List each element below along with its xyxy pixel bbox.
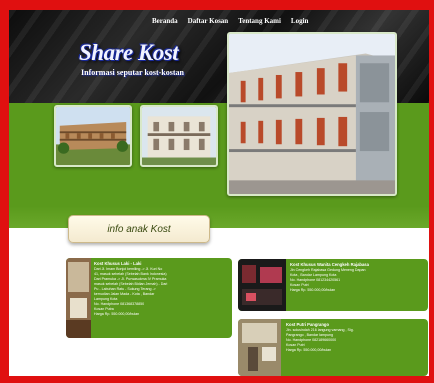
site-logo: Share Kost Informasi seputar kost-kostan [79, 40, 229, 90]
listing-card[interactable]: Kost Khusus Laki - Laki Dari Jl. Imam Bo… [66, 258, 232, 338]
listing-title: Kost Khusus Wanita Cengkeh Rajabasa [290, 262, 369, 267]
logo-subtitle: Informasi seputar kost-kostan [81, 68, 184, 77]
building-photo-2 [140, 105, 218, 167]
listing-thumbnail [238, 259, 286, 311]
top-nav: Beranda Daftar Kosan Tentang Kami Login [152, 17, 308, 25]
listing-text: Kost Khusus Laki - Laki Dari Jl. Imam Bo… [94, 261, 224, 317]
logo-title: Share Kost [79, 40, 179, 65]
section-title: info anak Kost [107, 223, 171, 235]
listing-card[interactable]: Kost Putri Pangrango Jln. solusindah 216… [238, 319, 428, 376]
listing-card[interactable]: Kost Khusus Wanita Cengkeh Rajabasa Jln … [238, 259, 428, 311]
nav-beranda[interactable]: Beranda [152, 17, 178, 25]
section-title-box: info anak Kost [68, 215, 210, 243]
page: Beranda Daftar Kosan Tentang Kami Login … [9, 10, 429, 376]
nav-daftar-kosan[interactable]: Daftar Kosan [188, 17, 229, 25]
nav-tentang-kami[interactable]: Tentang Kami [238, 17, 281, 25]
listing-title: Kost Khusus Laki - Laki [94, 261, 142, 266]
listing-text: Kost Khusus Wanita Cengkeh Rajabasa Jln … [290, 262, 422, 293]
listing-line: Harga Rp. 550.000,00/bulan [290, 288, 336, 292]
listing-title: Kost Putri Pangrango [286, 322, 330, 327]
listing-text: Kost Putri Pangrango Jln. solusindah 216… [286, 322, 422, 353]
listing-line: Harga Rp. 550.000,00/bulan [286, 348, 332, 352]
building-photo-1 [54, 105, 132, 167]
listing-line: Harga Rp. 550.000,00/bulan [94, 312, 140, 316]
nav-login[interactable]: Login [291, 17, 309, 25]
listing-thumbnail [238, 319, 281, 376]
listing-thumbnail [66, 258, 91, 338]
hero-photo [227, 32, 397, 196]
